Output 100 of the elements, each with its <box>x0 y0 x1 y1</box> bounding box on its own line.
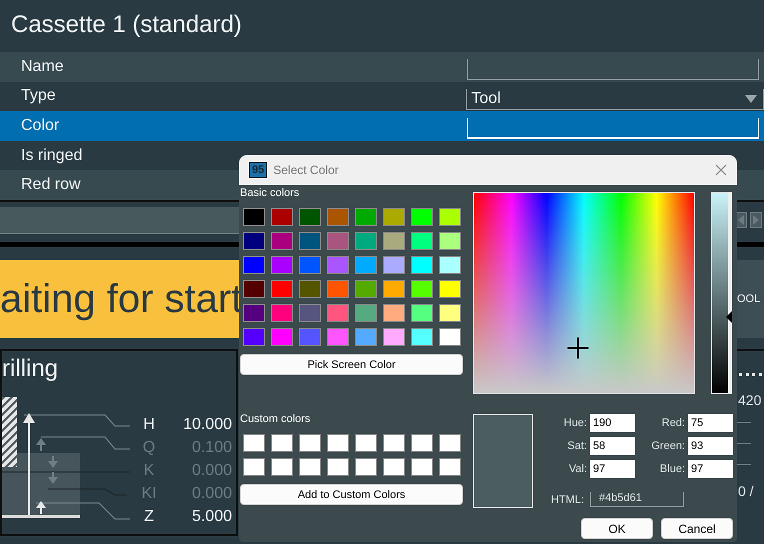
color-swatch[interactable] <box>411 434 433 452</box>
color-swatch[interactable] <box>439 458 461 476</box>
parameter-value: 0.000 <box>190 462 232 480</box>
color-swatch[interactable] <box>383 232 405 250</box>
color-swatch[interactable] <box>243 434 265 452</box>
color-swatch[interactable] <box>411 256 433 274</box>
side-value: 0 / <box>737 483 755 499</box>
color-swatch[interactable] <box>299 304 321 322</box>
parameter-name: H <box>142 416 156 434</box>
color-swatch[interactable] <box>243 280 265 298</box>
color-swatch[interactable] <box>411 280 433 298</box>
dialog-button[interactable]: OK <box>581 518 653 539</box>
right-arrow-icon[interactable] <box>750 212 762 228</box>
pick-screen-color-button[interactable]: Pick Screen Color <box>240 354 463 375</box>
color-swatch[interactable] <box>383 328 405 346</box>
color-swatch[interactable] <box>299 256 321 274</box>
color-swatch[interactable] <box>271 304 293 322</box>
value-slider[interactable] <box>711 192 732 394</box>
side-button[interactable]: OOL <box>736 260 764 338</box>
parameter-name: K <box>142 462 156 480</box>
color-spectrum[interactable] <box>473 192 695 394</box>
color-swatch[interactable] <box>243 328 265 346</box>
color-swatch[interactable] <box>271 458 293 476</box>
add-custom-colors-button[interactable]: Add to Custom Colors <box>240 484 463 505</box>
number-field[interactable]: 190 <box>590 414 635 432</box>
parameter-value: 0.100 <box>190 438 232 456</box>
cycle-title: rilling <box>2 354 60 384</box>
color-swatch[interactable] <box>355 434 377 452</box>
color-swatch[interactable] <box>383 434 405 452</box>
html-field[interactable]: #4b5d61 <box>590 492 684 507</box>
color-swatch[interactable] <box>411 208 433 226</box>
color-swatch[interactable] <box>411 304 433 322</box>
color-swatch[interactable] <box>271 434 293 452</box>
color-swatch[interactable] <box>299 280 321 298</box>
number-field[interactable]: 75 <box>688 414 733 432</box>
color-swatch[interactable] <box>271 208 293 226</box>
color-swatch[interactable] <box>271 256 293 274</box>
color-swatch[interactable] <box>299 458 321 476</box>
caret-icon <box>745 94 757 103</box>
slider-handle-icon[interactable] <box>726 311 732 323</box>
dialog-button[interactable]: Cancel <box>661 518 733 539</box>
section-label: Custom colors <box>240 413 312 427</box>
color-swatch[interactable] <box>439 328 461 346</box>
color-swatch[interactable] <box>327 458 349 476</box>
color-swatch[interactable] <box>383 208 405 226</box>
close-icon[interactable] <box>715 164 727 176</box>
color-swatch[interactable] <box>355 280 377 298</box>
number-field[interactable]: 97 <box>688 460 733 478</box>
property-row[interactable]: Type Tool <box>0 82 764 112</box>
color-swatch[interactable] <box>327 208 349 226</box>
color-swatch[interactable] <box>271 232 293 250</box>
color-swatch[interactable] <box>439 232 461 250</box>
field-label: Val: <box>568 463 587 475</box>
color-swatch[interactable] <box>439 208 461 226</box>
number-field[interactable]: 93 <box>688 437 733 455</box>
color-swatch[interactable] <box>411 328 433 346</box>
color-swatch[interactable] <box>355 304 377 322</box>
color-swatch[interactable] <box>327 256 349 274</box>
color-swatch[interactable] <box>243 208 265 226</box>
color-swatch[interactable] <box>411 458 433 476</box>
color-swatch[interactable] <box>439 434 461 452</box>
property-row[interactable]: Color <box>0 111 764 141</box>
color-swatch[interactable] <box>439 280 461 298</box>
type-dropdown[interactable]: Tool <box>466 88 764 110</box>
color-swatch[interactable] <box>243 458 265 476</box>
color-swatch[interactable] <box>383 256 405 274</box>
color-swatch[interactable] <box>411 232 433 250</box>
color-swatch[interactable] <box>327 328 349 346</box>
color-swatch[interactable] <box>355 208 377 226</box>
color-swatch[interactable] <box>271 328 293 346</box>
color-swatch[interactable] <box>383 280 405 298</box>
color-swatch[interactable] <box>243 232 265 250</box>
color-swatch[interactable] <box>299 208 321 226</box>
color-swatch[interactable] <box>355 232 377 250</box>
property-row[interactable]: Name <box>0 52 764 82</box>
color-swatch[interactable] <box>243 256 265 274</box>
field-label: Blue: <box>660 463 685 475</box>
number-field[interactable]: 58 <box>590 437 635 455</box>
number-field[interactable]: 97 <box>590 460 635 478</box>
color-swatch[interactable] <box>439 256 461 274</box>
color-swatch[interactable] <box>383 304 405 322</box>
dialog-title: Select Color <box>273 163 340 177</box>
color-swatch[interactable] <box>355 328 377 346</box>
color-swatch[interactable] <box>355 256 377 274</box>
side-value: 420 <box>737 392 762 408</box>
section-label: Basic colors <box>240 187 300 201</box>
color-swatch[interactable] <box>327 280 349 298</box>
color-swatch[interactable] <box>271 280 293 298</box>
color-swatch[interactable] <box>327 304 349 322</box>
color-swatch[interactable] <box>327 434 349 452</box>
down-arrow-icon <box>48 456 58 468</box>
color-swatch[interactable] <box>439 304 461 322</box>
color-swatch[interactable] <box>299 328 321 346</box>
color-swatch[interactable] <box>243 304 265 322</box>
text-field[interactable] <box>467 59 759 80</box>
color-swatch[interactable] <box>355 458 377 476</box>
color-swatch[interactable] <box>299 434 321 452</box>
color-swatch[interactable] <box>327 232 349 250</box>
color-swatch[interactable] <box>299 232 321 250</box>
color-swatch[interactable] <box>383 458 405 476</box>
